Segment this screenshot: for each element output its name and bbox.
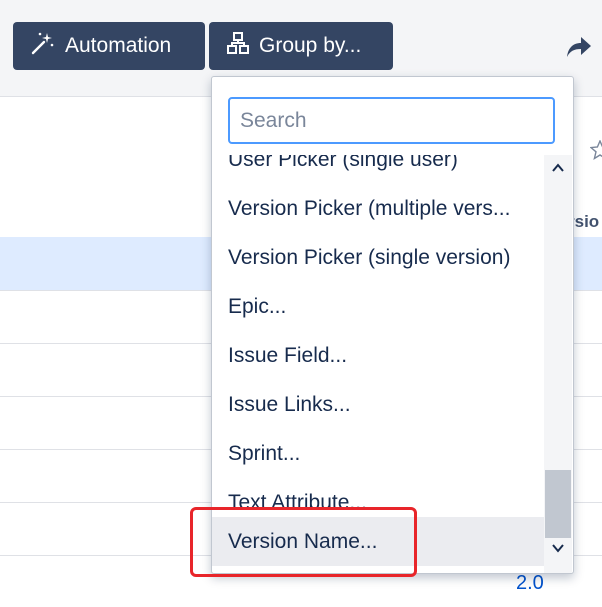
chevron-down-icon[interactable] bbox=[544, 541, 572, 561]
star-icon[interactable] bbox=[589, 139, 602, 165]
list-item[interactable]: Sprint... bbox=[212, 429, 544, 478]
automation-button[interactable]: Automation bbox=[13, 22, 205, 70]
hierarchy-icon bbox=[227, 32, 249, 60]
list-item[interactable]: Epic... bbox=[212, 282, 544, 331]
list-item-version-name[interactable]: Version Name... bbox=[212, 517, 544, 566]
list-item[interactable]: Issue Field... bbox=[212, 331, 544, 380]
version-cell[interactable]: 2.0 bbox=[516, 572, 544, 595]
group-by-label: Group by... bbox=[259, 34, 362, 57]
list-item[interactable]: User Picker (single user) bbox=[212, 155, 544, 184]
share-icon[interactable] bbox=[566, 36, 592, 63]
group-by-options-list: User Picker (single user) Version Picker… bbox=[212, 155, 544, 573]
scrollbar-thumb[interactable] bbox=[545, 470, 571, 538]
group-by-button[interactable]: Group by... bbox=[209, 22, 393, 70]
magic-wand-icon bbox=[31, 31, 55, 61]
list-item[interactable]: Version Picker (multiple vers... bbox=[212, 184, 544, 233]
list-item[interactable]: Version Picker (single version) bbox=[212, 233, 544, 282]
list-item[interactable]: Issue Links... bbox=[212, 380, 544, 429]
chevron-up-icon[interactable] bbox=[544, 161, 572, 181]
search-input[interactable] bbox=[228, 97, 555, 144]
group-by-dropdown: User Picker (single user) Version Picker… bbox=[211, 76, 574, 574]
automation-label: Automation bbox=[65, 34, 172, 57]
